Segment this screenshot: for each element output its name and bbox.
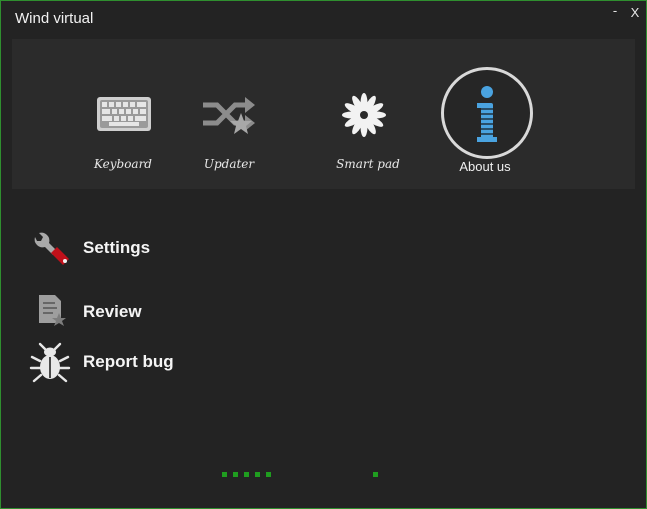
about-circle [441,67,533,159]
keyboard-label: Keyboard [93,157,152,171]
loading-dot [266,472,271,477]
report-bug-menu-item[interactable]: Report bug [29,341,329,385]
close-button[interactable]: X [627,5,643,23]
settings-menu-item[interactable]: Settings [29,227,329,271]
info-icon [477,86,497,142]
loading-dot [233,472,238,477]
updater-button[interactable]: Updater [189,91,269,171]
app-window: Wind virtual - X Keyboard Updater Smart … [0,0,647,509]
about-us-label: About us [459,159,511,174]
minimize-button[interactable]: - [607,3,623,21]
loading-dot [222,472,227,477]
loading-dot [244,472,249,477]
loading-dot [373,472,378,477]
title-bar[interactable]: Wind virtual - X [1,1,646,35]
wrench-icon [34,232,69,265]
shuffle-star-icon [203,97,255,134]
updater-label: Updater [203,157,255,171]
keyboard-button[interactable]: Keyboard [83,91,163,171]
about-us-button[interactable]: About us [439,67,533,177]
report-bug-label: Report bug [83,352,174,371]
bug-icon [29,342,71,383]
flower-icon [342,93,386,137]
loading-indicator [1,472,646,478]
window-title: Wind virtual [15,10,94,27]
loading-dot [255,472,260,477]
document-star-icon [39,295,66,326]
review-menu-item[interactable]: Review [29,291,329,335]
settings-label: Settings [83,238,151,257]
review-label: Review [83,302,142,321]
smart-pad-label: Smart pad [336,157,400,171]
keyboard-icon [97,97,151,131]
smart-pad-button[interactable]: Smart pad [323,91,413,171]
